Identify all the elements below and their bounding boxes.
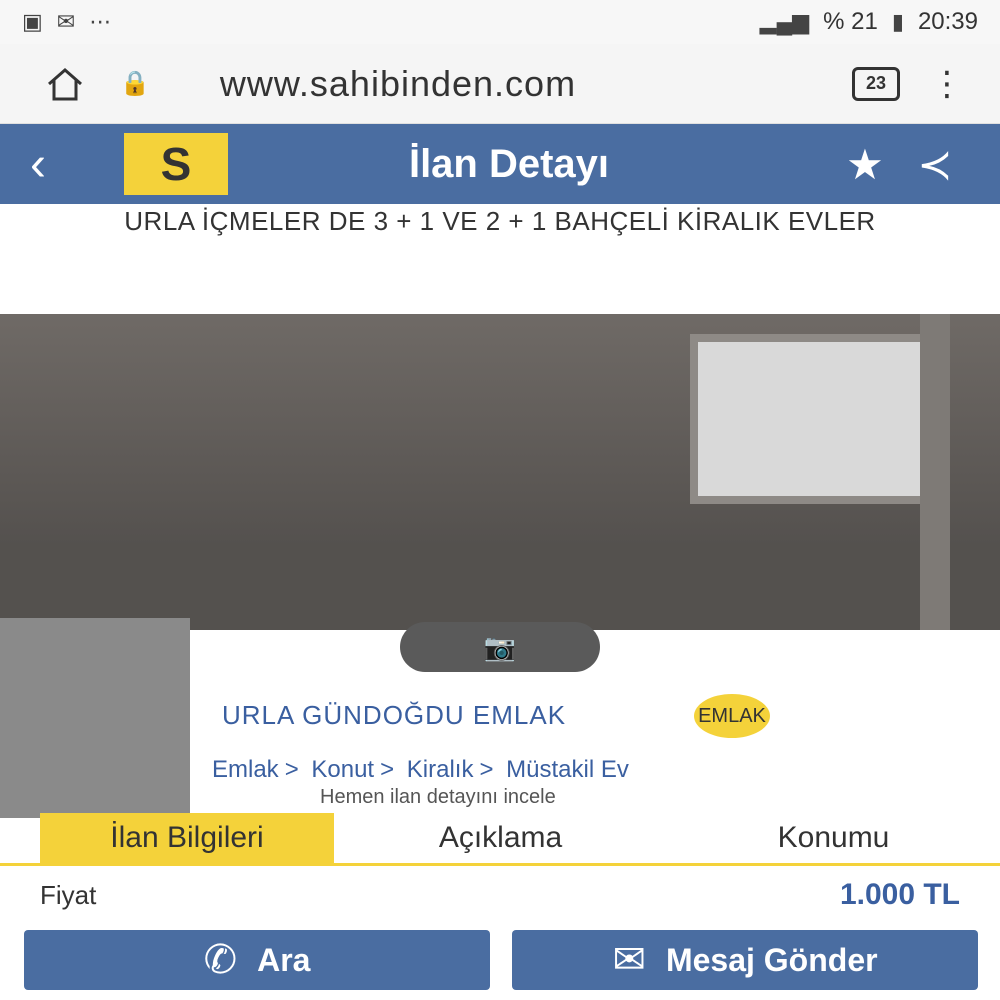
detail-tabs: İlan Bilgileri Açıklama Konumu [0,812,1000,866]
call-button[interactable]: ✆ Ara [24,930,490,990]
page-title: İlan Detayı [408,141,610,186]
listing-title: URLA İÇMELER DE 3 + 1 VE 2 + 1 BAHÇELİ K… [124,206,876,236]
tab-ilan-bilgileri[interactable]: İlan Bilgileri [40,812,334,863]
price-label: Fiyat [40,879,97,910]
category-item[interactable]: Konut [311,756,374,783]
lock-icon: 🔒 [120,70,150,97]
breadcrumb-separator: > [284,756,299,783]
sim-icon: ▣ [22,9,43,34]
seller-avatar[interactable] [0,618,190,818]
tab-konumu[interactable]: Konumu [667,813,1000,863]
battery-icon: ▮ [891,9,904,34]
status-bar: ▣ ✉ ⋯ ▂▄▆ % 21 ▮ 20:39 [0,0,1000,44]
category-item[interactable]: Emlak [212,756,279,783]
sahibinden-logo[interactable]: S [124,133,228,195]
price-row: Fiyat 1.000 TL [0,870,1000,920]
battery-percent: % 21 [823,8,878,35]
back-icon[interactable]: ‹ [30,137,90,192]
breadcrumb-separator: > [380,756,395,783]
tabs-count-button[interactable]: 23 [852,66,900,101]
phone-icon: ✆ [203,938,238,982]
photo-counter[interactable]: 📷 [400,622,600,672]
more-menu-icon[interactable]: ⋮ [930,64,964,104]
dots-icon: ⋯ [89,9,112,34]
photo-window [690,334,940,504]
price-value: 1.000 TL [839,878,960,911]
url-field[interactable]: www.sahibinden.com [220,63,822,105]
listing-photo[interactable] [0,314,1000,630]
share-icon[interactable]: ≺ [900,140,970,189]
message-button[interactable]: ✉ Mesaj Gönder [512,930,978,990]
home-icon[interactable] [40,59,90,109]
message-label: Mesaj Gönder [665,941,878,978]
seller-badge: EMLAK [694,694,770,738]
camera-icon: 📷 [483,631,517,662]
category-item[interactable]: Müstakil Ev [506,756,629,783]
clock: 20:39 [917,8,978,35]
status-left: ▣ ✉ ⋯ [22,9,111,35]
photo-pillar [920,314,950,630]
category-item[interactable]: Kiralık [407,756,474,783]
message-icon: ✉ [56,9,76,34]
seller-name[interactable]: URLA GÜNDOĞDU EMLAK [222,700,566,731]
app-header: ‹ S İlan Detayı ★ ≺ [0,124,1000,204]
category-breadcrumb: Emlak > Konut > Kiralık > Müstakil Ev [212,756,629,784]
status-right: ▂▄▆ % 21 ▮ 20:39 [760,8,978,36]
browser-bar: 🔒 www.sahibinden.com 23 ⋮ [0,44,1000,124]
call-label: Ara [257,941,311,978]
favorite-star-icon[interactable]: ★ [830,140,900,189]
action-bar: ✆ Ara ✉ Mesaj Gönder [0,930,1000,1000]
signal-icon: ▂▄▆ [759,9,810,34]
breadcrumb-separator: > [479,756,494,783]
envelope-icon: ✉ [612,938,646,982]
seller-subtext: Hemen ilan detayını incele [320,786,556,808]
tab-aciklama[interactable]: Açıklama [334,813,667,863]
